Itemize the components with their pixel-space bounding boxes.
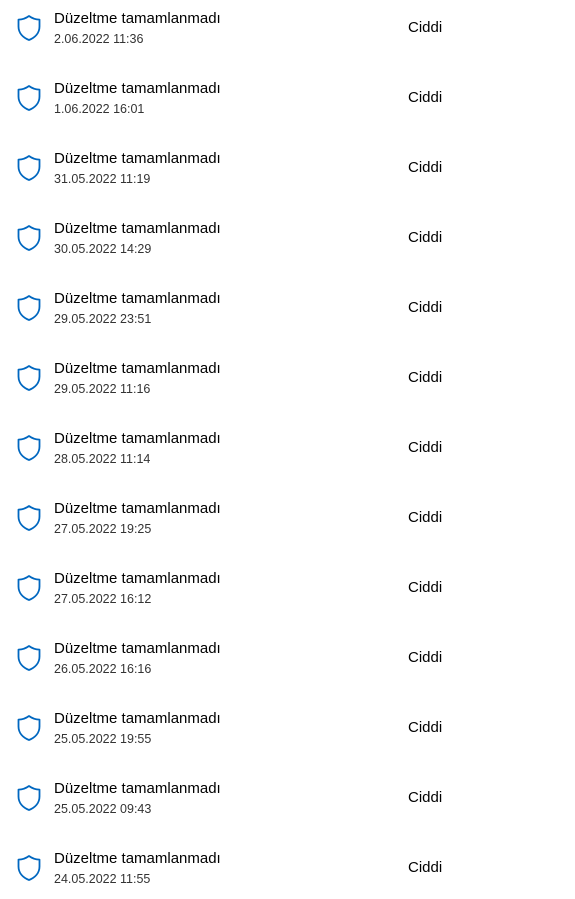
history-item[interactable]: Düzeltme tamamlanmadı 2.06.2022 11:36 Ci… <box>0 0 575 70</box>
history-item-date: 29.05.2022 23:51 <box>54 312 152 326</box>
history-item-severity: Ciddi <box>408 89 443 106</box>
history-item-severity: Ciddi <box>408 19 443 36</box>
history-item-severity: Ciddi <box>408 299 443 316</box>
history-item-severity: Ciddi <box>408 719 443 736</box>
history-item[interactable]: Düzeltme tamamlanmadı 25.05.2022 09:43 C… <box>0 770 575 840</box>
history-item-title: Düzeltme tamamlanmadı <box>54 500 221 517</box>
history-item-date: 25.05.2022 19:55 <box>54 732 152 746</box>
history-item-severity: Ciddi <box>408 369 443 386</box>
history-item[interactable]: Düzeltme tamamlanmadı 28.05.2022 11:14 C… <box>0 420 575 490</box>
shield-icon <box>16 504 42 532</box>
history-item-date: 28.05.2022 11:14 <box>54 452 151 466</box>
history-item-title: Düzeltme tamamlanmadı <box>54 290 221 307</box>
shield-icon <box>16 784 42 812</box>
history-item[interactable]: Düzeltme tamamlanmadı 27.05.2022 16:12 C… <box>0 560 575 630</box>
shield-icon <box>16 154 42 182</box>
history-item-date: 27.05.2022 19:25 <box>54 522 152 536</box>
history-item-severity: Ciddi <box>408 789 443 806</box>
shield-icon <box>16 714 42 742</box>
history-item[interactable]: Düzeltme tamamlanmadı 31.05.2022 11:19 C… <box>0 140 575 210</box>
history-item-severity: Ciddi <box>408 579 443 596</box>
history-item[interactable]: Düzeltme tamamlanmadı 27.05.2022 19:25 C… <box>0 490 575 560</box>
history-item-date: 30.05.2022 14:29 <box>54 242 152 256</box>
history-item-severity: Ciddi <box>408 159 443 176</box>
history-item-title: Düzeltme tamamlanmadı <box>54 850 221 867</box>
history-item[interactable]: Düzeltme tamamlanmadı 25.05.2022 19:55 C… <box>0 700 575 770</box>
shield-icon <box>16 574 42 602</box>
shield-icon <box>16 294 42 322</box>
history-item-title: Düzeltme tamamlanmadı <box>54 80 221 97</box>
history-item-title: Düzeltme tamamlanmadı <box>54 10 221 27</box>
history-item-date: 26.05.2022 16:16 <box>54 662 152 676</box>
shield-icon <box>16 224 42 252</box>
history-item-title: Düzeltme tamamlanmadı <box>54 710 221 727</box>
shield-icon <box>16 84 42 112</box>
history-item[interactable]: Düzeltme tamamlanmadı 26.05.2022 16:16 C… <box>0 630 575 700</box>
history-item-date: 24.05.2022 11:55 <box>54 872 151 886</box>
history-item-severity: Ciddi <box>408 649 443 666</box>
history-item-title: Düzeltme tamamlanmadı <box>54 430 221 447</box>
history-item-title: Düzeltme tamamlanmadı <box>54 360 221 377</box>
history-item[interactable]: Düzeltme tamamlanmadı 29.05.2022 23:51 C… <box>0 280 575 350</box>
history-item[interactable]: Düzeltme tamamlanmadı 30.05.2022 14:29 C… <box>0 210 575 280</box>
shield-icon <box>16 644 42 672</box>
history-item[interactable]: Düzeltme tamamlanmadı 1.06.2022 16:01 Ci… <box>0 70 575 140</box>
shield-icon <box>16 14 42 42</box>
history-item[interactable]: Düzeltme tamamlanmadı 24.05.2022 11:55 C… <box>0 840 575 899</box>
history-item[interactable]: Düzeltme tamamlanmadı 29.05.2022 11:16 C… <box>0 350 575 420</box>
history-item-date: 29.05.2022 11:16 <box>54 382 151 396</box>
history-item-title: Düzeltme tamamlanmadı <box>54 150 221 167</box>
shield-icon <box>16 434 42 462</box>
shield-icon <box>16 364 42 392</box>
history-item-date: 2.06.2022 11:36 <box>54 32 144 46</box>
history-item-date: 27.05.2022 16:12 <box>54 592 152 606</box>
history-item-title: Düzeltme tamamlanmadı <box>54 570 221 587</box>
history-item-date: 1.06.2022 16:01 <box>54 102 145 116</box>
shield-icon <box>16 854 42 882</box>
history-item-severity: Ciddi <box>408 229 443 246</box>
history-item-title: Düzeltme tamamlanmadı <box>54 780 221 797</box>
history-item-title: Düzeltme tamamlanmadı <box>54 640 221 657</box>
history-item-severity: Ciddi <box>408 439 443 456</box>
history-item-date: 31.05.2022 11:19 <box>54 172 151 186</box>
history-item-title: Düzeltme tamamlanmadı <box>54 220 221 237</box>
protection-history-list: Düzeltme tamamlanmadı 2.06.2022 11:36 Ci… <box>0 0 575 899</box>
history-item-date: 25.05.2022 09:43 <box>54 802 152 816</box>
history-item-severity: Ciddi <box>408 859 443 876</box>
history-item-severity: Ciddi <box>408 509 443 526</box>
